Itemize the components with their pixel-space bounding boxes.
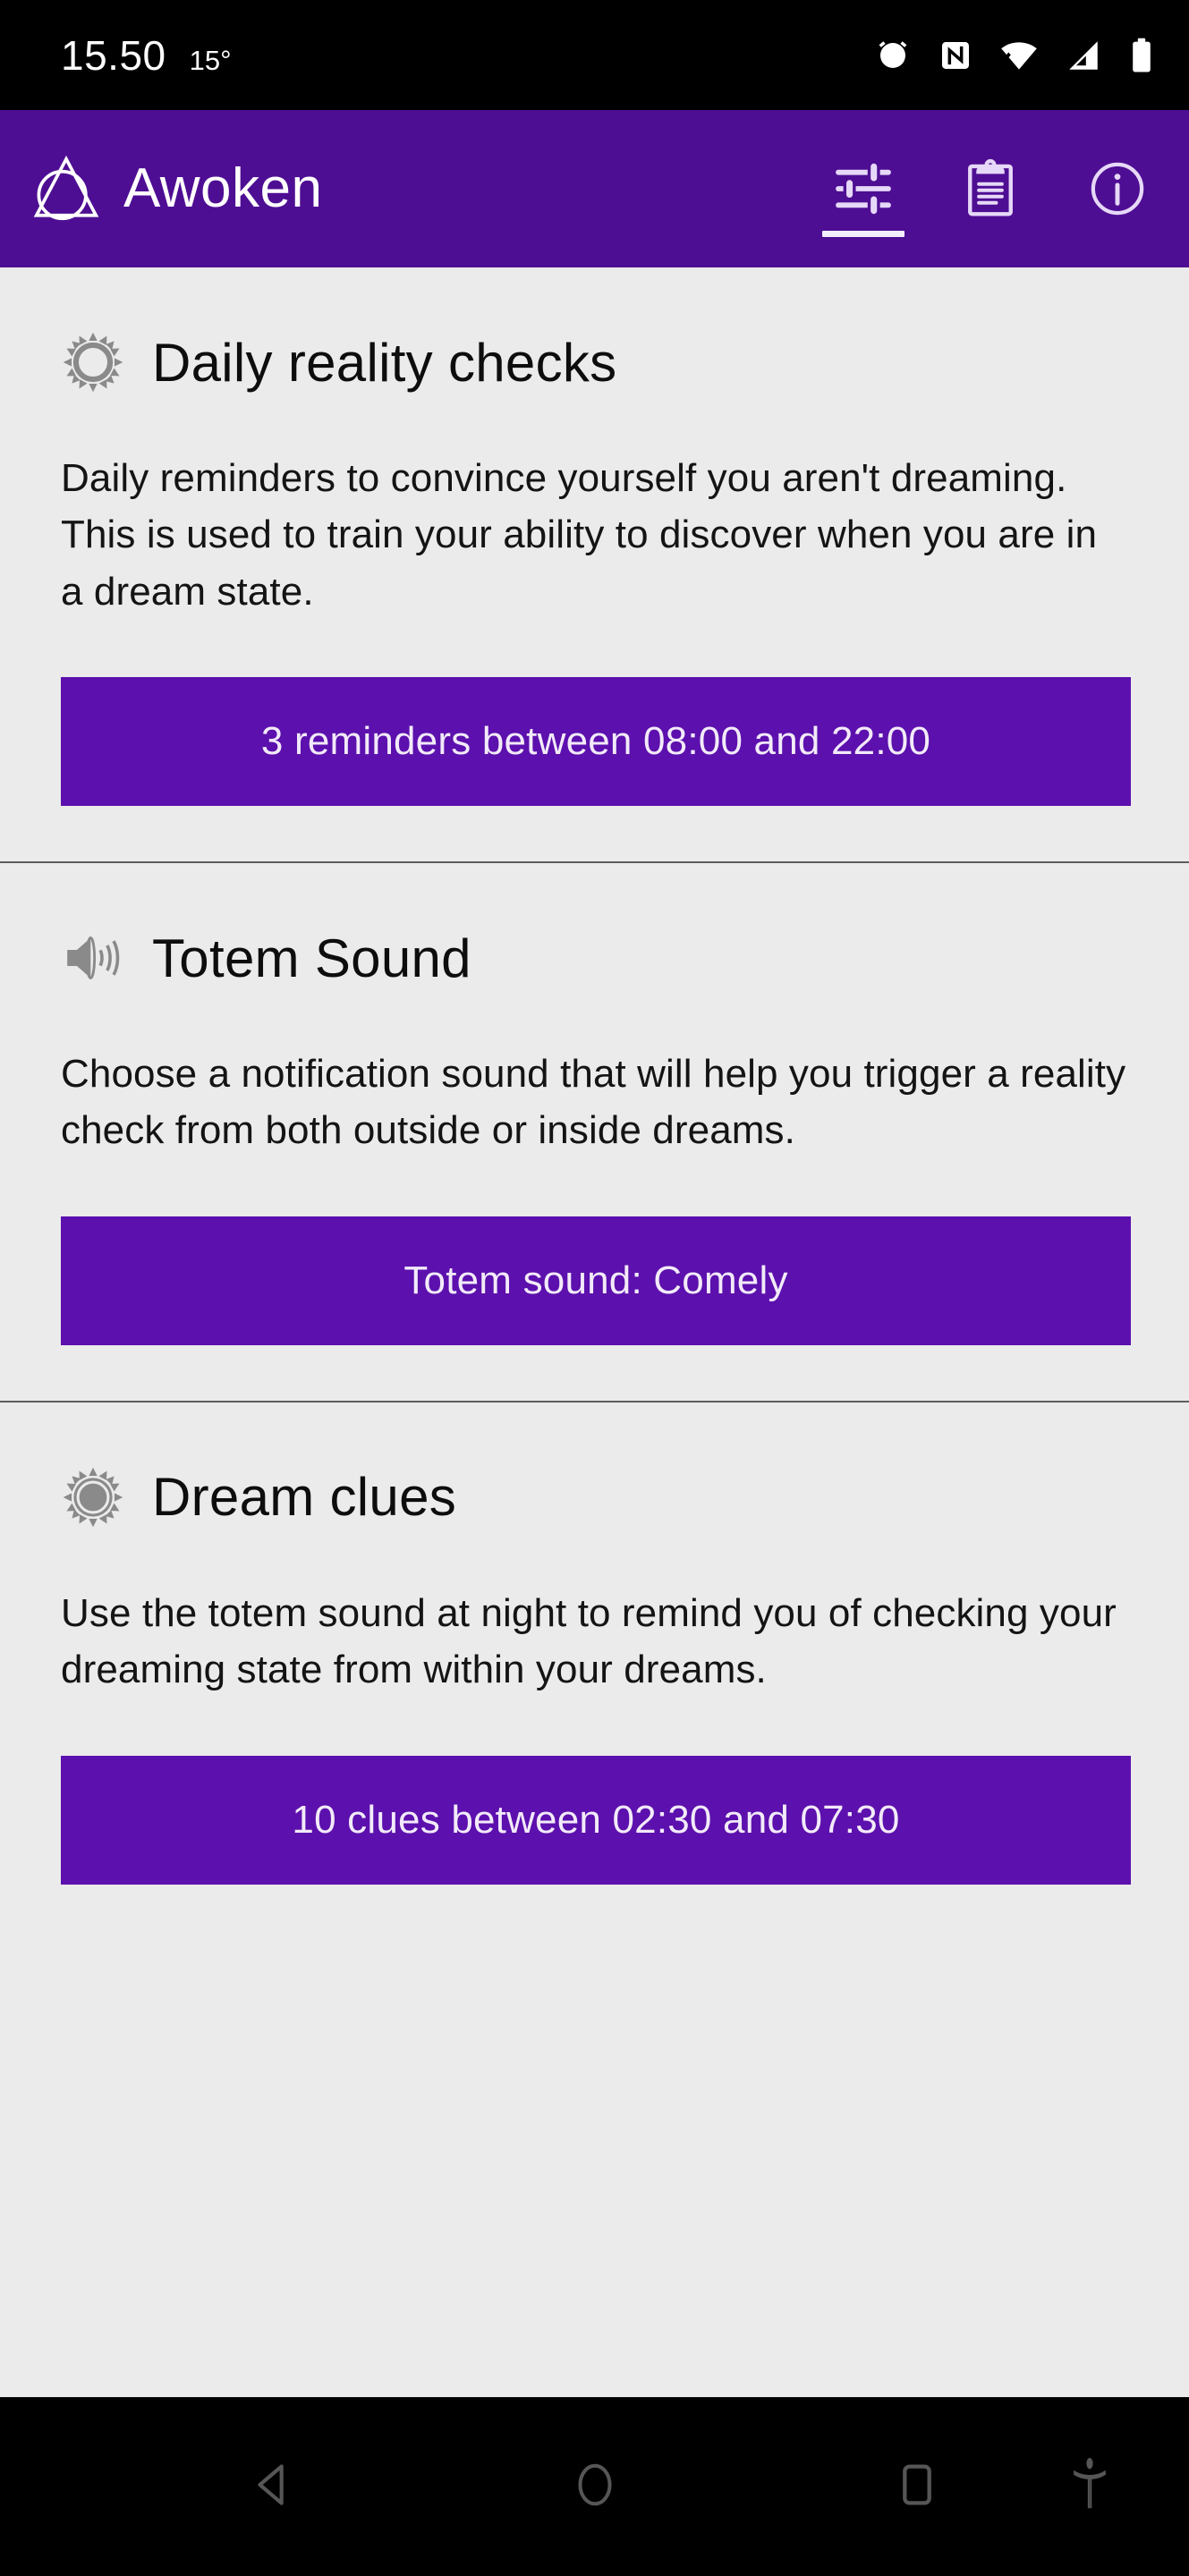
section-header: Daily reality checks bbox=[61, 330, 1128, 394]
status-bar-icons bbox=[874, 36, 1155, 75]
info-circle-icon bbox=[1086, 157, 1149, 220]
nav-back-button[interactable] bbox=[224, 2437, 322, 2536]
back-triangle-icon bbox=[247, 2459, 299, 2515]
awoken-triangle-circle-logo bbox=[29, 151, 104, 226]
app-brand: Awoken bbox=[29, 151, 826, 226]
recents-square-icon bbox=[896, 2459, 938, 2515]
section-header: Totem Sound bbox=[61, 926, 1128, 990]
tab-journal[interactable] bbox=[953, 135, 1028, 242]
totem-sound-button[interactable]: Totem sound: Comely bbox=[61, 1216, 1131, 1345]
nav-accessibility-button[interactable] bbox=[1049, 2437, 1130, 2536]
tab-settings[interactable] bbox=[822, 135, 904, 242]
section-title: Totem Sound bbox=[152, 928, 471, 988]
section-description: Choose a notification sound that will he… bbox=[61, 1052, 1126, 1153]
settings-list: Daily reality checks Daily reminders to … bbox=[0, 267, 1189, 2397]
status-bar-temperature: 15° bbox=[189, 44, 232, 76]
app-title: Awoken bbox=[123, 157, 323, 219]
phone-screen: 15.50 15° Awoken Daily reality checks Da… bbox=[0, 0, 1189, 2576]
status-bar-left: 15.50 15° bbox=[61, 31, 232, 80]
sun-filled-icon bbox=[61, 1465, 125, 1530]
reminders-schedule-button[interactable]: 3 reminders between 08:00 and 22:00 bbox=[61, 677, 1131, 807]
sun-outline-icon bbox=[61, 330, 125, 394]
tab-info[interactable] bbox=[1080, 135, 1155, 242]
battery-icon bbox=[1128, 37, 1155, 74]
wifi-icon bbox=[999, 36, 1039, 75]
section-description: Daily reminders to convince yourself you… bbox=[61, 456, 1098, 614]
section-header: Dream clues bbox=[61, 1465, 1128, 1530]
sliders-tune-icon bbox=[830, 156, 896, 222]
nav-home-button[interactable] bbox=[546, 2437, 644, 2536]
section-description: Use the totem sound at night to remind y… bbox=[61, 1590, 1117, 1692]
cellular-signal-icon bbox=[1065, 37, 1102, 74]
alarm-clock-icon bbox=[874, 37, 912, 74]
dream-clues-schedule-button[interactable]: 10 clues between 02:30 and 07:30 bbox=[61, 1755, 1131, 1885]
app-bar: Awoken bbox=[0, 110, 1189, 267]
section-title: Daily reality checks bbox=[152, 332, 617, 393]
section-totem-sound: Totem Sound Choose a notification sound … bbox=[0, 861, 1189, 1345]
accessibility-person-icon bbox=[1068, 2457, 1111, 2517]
home-circle-icon bbox=[572, 2459, 618, 2515]
tab-active-indicator bbox=[822, 231, 904, 237]
nfc-icon bbox=[938, 38, 973, 73]
speaker-volume-icon bbox=[61, 926, 125, 990]
status-bar: 15.50 15° bbox=[0, 0, 1189, 110]
system-navigation-bar bbox=[0, 2397, 1189, 2576]
app-bar-tabs bbox=[822, 135, 1155, 242]
section-daily-reality-checks: Daily reality checks Daily reminders to … bbox=[0, 267, 1189, 807]
section-dream-clues: Dream clues Use the totem sound at night… bbox=[0, 1400, 1189, 1885]
nav-recents-button[interactable] bbox=[868, 2437, 966, 2536]
status-bar-clock: 15.50 bbox=[61, 31, 166, 79]
nav-buttons bbox=[0, 2437, 1189, 2536]
clipboard-icon bbox=[959, 157, 1022, 220]
section-title: Dream clues bbox=[152, 1467, 457, 1528]
